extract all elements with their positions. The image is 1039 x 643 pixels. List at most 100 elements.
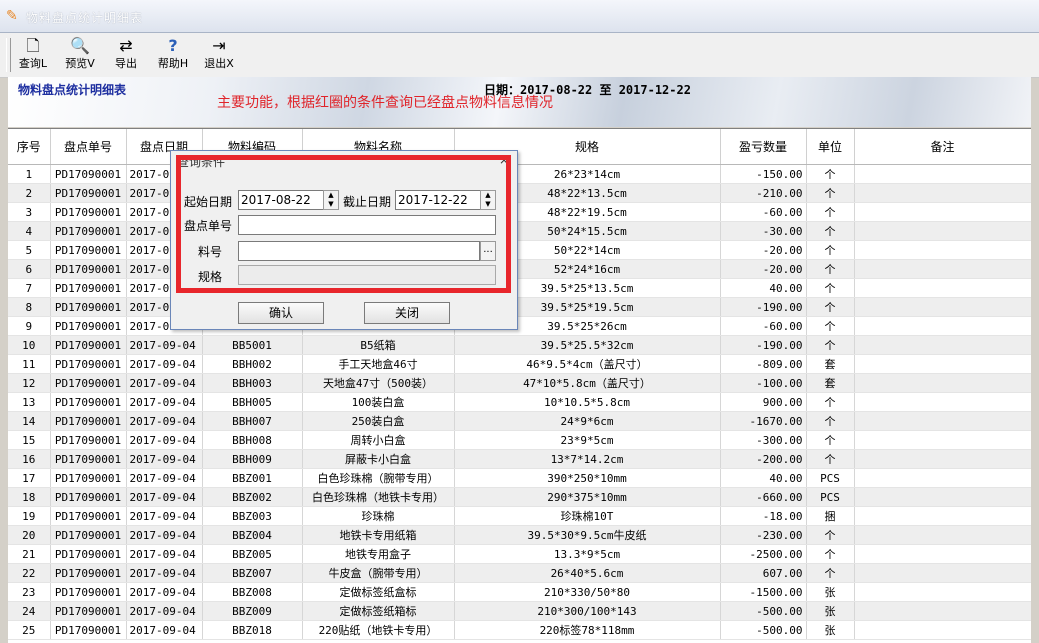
table-row[interactable]: 1 PD17090001 2017-09 26*23*14cm -150.00 个 (8, 164, 1031, 184)
table-cell: 10 (8, 335, 51, 355)
table-cell: PCS (806, 468, 855, 488)
spin-down-icon[interactable]: ▼ (324, 200, 338, 209)
table-cell: PD17090001 (50, 164, 127, 184)
table-cell: PCS (806, 487, 855, 507)
table-cell: 210*300/100*143 (454, 601, 721, 621)
column-header[interactable]: 盈亏数量 (720, 129, 807, 165)
table-cell: PD17090001 (50, 563, 127, 583)
column-header[interactable]: 盘点单号 (50, 129, 127, 165)
confirm-button[interactable]: 确认 (238, 302, 324, 324)
table-row[interactable]: 3 PD17090001 2017-09 48*22*19.5cm -60.00 个 (8, 202, 1031, 222)
table-cell: 100装白盒 (302, 392, 455, 412)
table-cell: 25 (8, 620, 51, 640)
date-range: 日期：2017-08-22 至 2017-12-22 (484, 83, 691, 97)
exit-button[interactable]: ⇥ 退出X (199, 35, 239, 75)
table-row[interactable]: 18 PD17090001 2017-09-04 BBZ002 白色珍珠棉（地铁卡专用）… (8, 487, 1031, 507)
table-cell (854, 335, 1031, 355)
table-row[interactable]: 6 PD17090001 2017-09 52*24*16cm -20.00 个 (8, 259, 1031, 279)
table-cell: PD17090001 (50, 411, 127, 431)
spin-down-icon[interactable]: ▼ (481, 200, 495, 209)
table-cell: 2017-09-04 (126, 430, 203, 450)
table-row[interactable]: 10 PD17090001 2017-09-04 BB5001 B5纸箱 39.5*25.… (8, 335, 1031, 355)
table-cell: BBZ004 (202, 525, 303, 545)
table-row[interactable]: 12 PD17090001 2017-09-04 BBH003 天地盒47寸（500装）… (8, 373, 1031, 393)
table-cell: 17 (8, 468, 51, 488)
table-cell (854, 221, 1031, 241)
spin-up-icon[interactable]: ▲ (481, 191, 495, 200)
table-cell: BBH005 (202, 392, 303, 412)
help-button[interactable]: ? 帮助H (153, 35, 193, 75)
table-cell: 个 (806, 183, 855, 203)
table-row[interactable]: 9 PD17090001 2017-09 39.5*25*26cm -60.00 个 (8, 316, 1031, 336)
table-row[interactable]: 15 PD17090001 2017-09-04 BBH008 周转小白盒 23*9*5c… (8, 430, 1031, 450)
table-row[interactable]: 25 PD17090001 2017-09-04 BBZ018 220贴纸（地铁卡专用）… (8, 620, 1031, 640)
table-row[interactable]: 4 PD17090001 2017-09 50*24*15.5cm -30.00 个 (8, 221, 1031, 241)
table-cell: 21 (8, 544, 51, 564)
table-cell: 个 (806, 392, 855, 412)
table-cell (854, 430, 1031, 450)
table-row[interactable]: 21 PD17090001 2017-09-04 BBZ005 地铁专用盒子 13.3*9… (8, 544, 1031, 564)
table-cell: 个 (806, 297, 855, 317)
table-cell (854, 468, 1031, 488)
table-row[interactable]: 16 PD17090001 2017-09-04 BBH009 屏蔽卡小白盒 13*7*1… (8, 449, 1031, 469)
table-cell (854, 316, 1031, 336)
material-label: 料号 (198, 245, 223, 259)
table-row[interactable]: 8 PD17090001 2017-09 39.5*25*19.5cm -190.00 个 (8, 297, 1031, 317)
browse-button[interactable]: ... (480, 241, 496, 261)
table-cell: BBH002 (202, 354, 303, 374)
table-cell: -210.00 (720, 183, 807, 203)
table-row[interactable]: 11 PD17090001 2017-09-04 BBH002 手工天地盒46寸 46*9… (8, 354, 1031, 374)
table-row[interactable]: 24 PD17090001 2017-09-04 BBZ009 定做标签纸箱标 210*3… (8, 601, 1031, 621)
close-button[interactable]: 关闭 (364, 302, 450, 324)
table-row[interactable]: 13 PD17090001 2017-09-04 BBH005 100装白盒 10*10.… (8, 392, 1031, 412)
table-cell: 2017-09-04 (126, 544, 203, 564)
order-no-field[interactable] (238, 215, 496, 235)
table-cell: 珍珠棉10T (454, 506, 721, 526)
table-cell: PD17090001 (50, 297, 127, 317)
table-cell: -190.00 (720, 335, 807, 355)
table-cell: 张 (806, 582, 855, 602)
table-cell (854, 259, 1031, 279)
table-cell: BBZ007 (202, 563, 303, 583)
table-row[interactable]: 5 PD17090001 2017-09 50*22*14cm -20.00 个 (8, 240, 1031, 260)
table-cell: 16 (8, 449, 51, 469)
table-row[interactable]: 20 PD17090001 2017-09-04 BBZ004 地铁卡专用纸箱 39.5*… (8, 525, 1031, 545)
table-row[interactable]: 19 PD17090001 2017-09-04 BBZ003 珍珠棉 珍珠棉10T -18… (8, 506, 1031, 526)
query-button[interactable]: 🗋 查询L (13, 35, 53, 75)
table-cell: 2017-09-04 (126, 449, 203, 469)
table-cell: 24 (8, 601, 51, 621)
table-cell (854, 297, 1031, 317)
material-field[interactable] (238, 241, 480, 261)
table-cell: PD17090001 (50, 354, 127, 374)
end-date-field[interactable]: 2017-12-22 (395, 190, 487, 210)
start-date-field[interactable]: 2017-08-22 (238, 190, 330, 210)
help-icon: ? (168, 36, 178, 55)
table-row[interactable]: 14 PD17090001 2017-09-04 BBH007 250装白盒 24*9*6… (8, 411, 1031, 431)
start-date-spinner[interactable]: ▲ ▼ (323, 190, 339, 210)
export-button[interactable]: ⇄ 导出 (106, 35, 146, 75)
table-cell: -230.00 (720, 525, 807, 545)
table-cell: BBZ001 (202, 468, 303, 488)
table-row[interactable]: 7 PD17090001 2017-09 39.5*25*13.5cm 40.00 个 (8, 278, 1031, 298)
table-row[interactable]: 23 PD17090001 2017-09-04 BBZ008 定做标签纸盒标 210*3… (8, 582, 1031, 602)
column-header[interactable]: 备注 (854, 129, 1031, 165)
spin-up-icon[interactable]: ▲ (324, 191, 338, 200)
report-title: 物料盘点统计明细表 (18, 83, 127, 97)
column-header[interactable]: 序号 (8, 129, 51, 165)
table-cell: 套 (806, 373, 855, 393)
table-row[interactable]: 22 PD17090001 2017-09-04 BBZ007 牛皮盒（腕带专用） 26*… (8, 563, 1031, 583)
column-header[interactable]: 单位 (806, 129, 855, 165)
table-cell (854, 582, 1031, 602)
table-row[interactable]: 2 PD17090001 2017-09 48*22*13.5cm -210.00 个 (8, 183, 1031, 203)
data-grid[interactable]: 序号 盘点单号 盘点日期 物料编码 物料名称 规格 盈亏数量 单位 备注 1 PD17090001… (8, 128, 1031, 643)
end-date-spinner[interactable]: ▲ ▼ (480, 190, 496, 210)
preview-button[interactable]: 🔍 预览V (60, 35, 100, 75)
table-cell: 8 (8, 297, 51, 317)
table-row[interactable]: 17 PD17090001 2017-09-04 BBZ001 白色珍珠棉（腕带专用） 3… (8, 468, 1031, 488)
table-cell: PD17090001 (50, 601, 127, 621)
close-icon[interactable]: × (499, 153, 509, 167)
table-cell: BBZ018 (202, 620, 303, 640)
table-cell: 2017-09-04 (126, 411, 203, 431)
toolbar-grip[interactable] (6, 38, 11, 72)
table-cell: PD17090001 (50, 582, 127, 602)
